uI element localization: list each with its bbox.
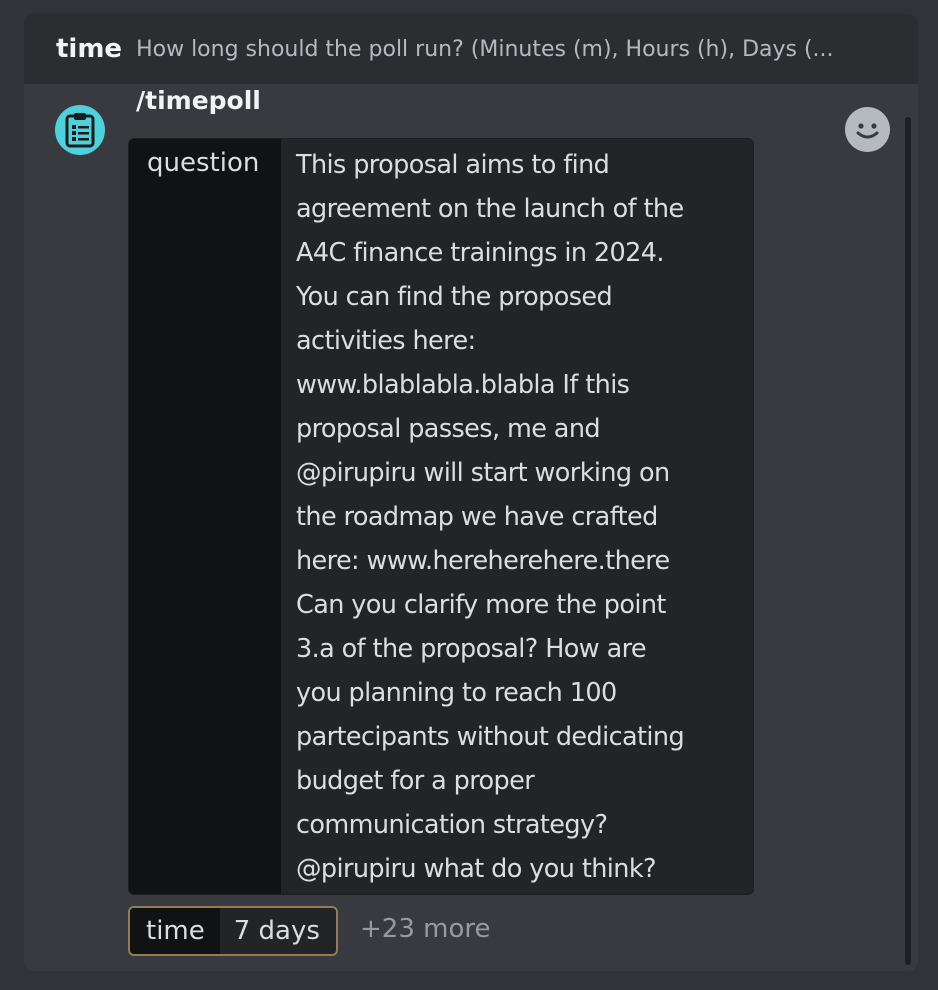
more-options-link[interactable]: +23 more: [360, 914, 490, 944]
command-name: /timepoll: [136, 86, 261, 115]
question-line: activities here:: [296, 326, 476, 356]
question-line: budget for a proper: [296, 766, 535, 796]
question-line: You can find the proposed: [296, 282, 613, 312]
option-name: time: [56, 34, 123, 64]
clipboard-list-icon: [55, 105, 105, 155]
question-line: communication strategy?: [296, 810, 608, 840]
question-line: 3.a of the proposal? How are: [296, 634, 647, 664]
question-line: www.blablabla.blabla If this: [296, 370, 630, 400]
question-line: here: www.hereherehere.there: [296, 546, 670, 576]
scrollbar-thumb[interactable]: [905, 117, 911, 965]
question-line: proposal passes, me and: [296, 414, 601, 444]
option-hint-bar: time How long should the poll run? (Minu…: [24, 14, 918, 84]
emoji-smile-icon[interactable]: [845, 107, 890, 152]
question-line: @pirupiru what do you think?: [296, 854, 657, 884]
question-line: partecipants without dedicating: [296, 722, 685, 752]
scrollbar[interactable]: [902, 117, 914, 965]
command-autocomplete-panel: time How long should the poll run? (Minu…: [24, 14, 918, 971]
question-line: This proposal aims to find: [296, 150, 610, 180]
option-description: How long should the poll run? (Minutes (…: [136, 36, 834, 62]
question-line: you planning to reach 100: [296, 678, 617, 708]
time-argument-pill[interactable]: time 7 days: [128, 906, 338, 956]
question-line: agreement on the launch of the: [296, 194, 684, 224]
question-line: Can you clarify more the point: [296, 590, 666, 620]
question-line: the roadmap we have crafted: [296, 502, 658, 532]
question-line: A4C finance trainings in 2024.: [296, 238, 665, 268]
argument-label: question: [129, 139, 281, 894]
time-argument-value: 7 days: [219, 908, 336, 954]
time-argument-label: time: [130, 908, 220, 954]
question-argument[interactable]: question This proposal aims to find agre…: [128, 138, 754, 895]
question-text[interactable]: This proposal aims to find agreement on …: [281, 139, 753, 894]
question-line: @pirupiru will start working on: [296, 458, 670, 488]
